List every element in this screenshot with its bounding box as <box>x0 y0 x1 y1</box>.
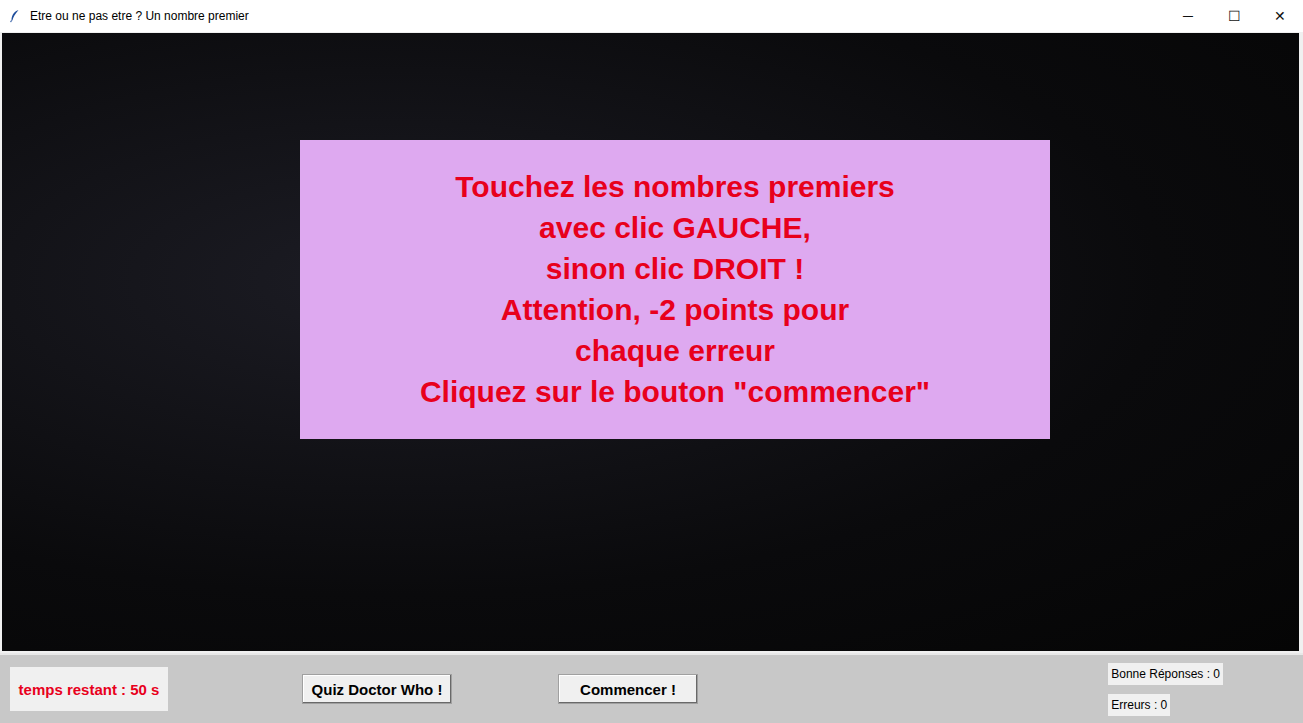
score-panel: Bonne Réponses : 0 Erreurs : 0 <box>1108 655 1223 723</box>
window-controls: ─☐✕ <box>1165 0 1303 32</box>
quiz-button[interactable]: Quiz Doctor Who ! <box>302 674 452 704</box>
instruction-line: Attention, -2 points pour <box>501 289 849 330</box>
window-control-button[interactable]: ─ <box>1165 0 1211 32</box>
title-bar: Etre ou ne pas etre ? Un nombre premier ─… <box>0 0 1303 32</box>
game-canvas[interactable]: Touchez les nombres premiersavec clic GA… <box>2 33 1299 651</box>
game-area: Touchez les nombres premiersavec clic GA… <box>0 32 1303 653</box>
window-title: Etre ou ne pas etre ? Un nombre premier <box>30 9 249 23</box>
errors-label: Erreurs : 0 <box>1108 694 1170 716</box>
feather-icon <box>8 9 22 23</box>
window-control-button[interactable]: ☐ <box>1211 0 1257 32</box>
instruction-line: chaque erreur <box>575 330 775 371</box>
timer-label: temps restant : 50 s <box>10 667 168 711</box>
app-window: Etre ou ne pas etre ? Un nombre premier ─… <box>0 0 1303 723</box>
instruction-line: Touchez les nombres premiers <box>455 166 895 207</box>
instruction-line: Cliquez sur le bouton "commencer" <box>420 371 930 412</box>
instruction-line: sinon clic DROIT ! <box>546 248 804 289</box>
instructions-panel: Touchez les nombres premiersavec clic GA… <box>300 140 1050 439</box>
score-label: Bonne Réponses : 0 <box>1108 663 1223 685</box>
instruction-line: avec clic GAUCHE, <box>539 207 811 248</box>
bottom-bar: temps restant : 50 s Quiz Doctor Who ! Com… <box>0 653 1303 723</box>
start-button[interactable]: Commencer ! <box>558 674 698 704</box>
window-control-button[interactable]: ✕ <box>1257 0 1303 32</box>
